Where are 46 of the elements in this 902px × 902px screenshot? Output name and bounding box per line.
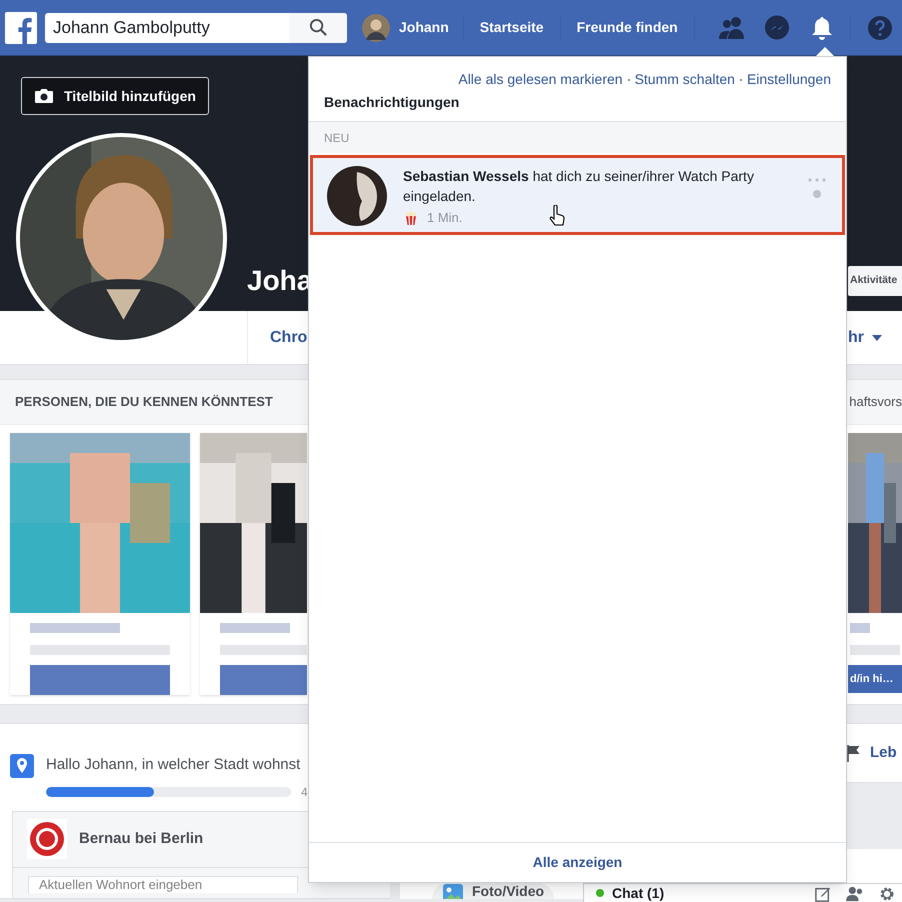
location-question: Hallo Johann, in welcher Stadt wohnst [46,755,302,775]
profile-tab[interactable]: hr [848,311,882,364]
location-input[interactable]: Aktuellen Wohnort eingeben [28,876,298,892]
hand-cursor-icon [549,205,565,227]
nav-link[interactable]: Freunde finden [560,17,694,38]
flag-icon [846,744,862,762]
place-logo-icon [27,819,67,859]
edit-icon[interactable] [815,886,831,902]
profile-tab[interactable]: Chro [247,311,308,364]
help-icon [866,14,892,40]
logo-icon[interactable] [5,12,37,44]
photo-video-button[interactable]: Foto/Video [432,883,554,899]
panel-action-link[interactable]: Alle als gelesen markieren [458,69,623,90]
search-field[interactable]: Johann Gambolputty [45,12,347,42]
notification-time: 1 Min. [427,209,462,227]
add-friend-button[interactable]: d/in hi… [848,665,902,693]
activity-button[interactable]: Aktivitäte [848,266,902,296]
people-icon[interactable] [845,886,865,902]
avatar-picture-icon [327,166,387,226]
location-pin-icon [10,754,34,778]
blurred-name [850,623,870,633]
nav-link[interactable]: Startseite [464,17,560,38]
friends-icon [718,16,746,40]
notification-text: Sebastian Wessels hat dich zu seiner/ihrer Watch Party eingeladen. [403,167,755,206]
blurred-name [220,623,290,633]
popcorn-icon [403,210,419,226]
camera-icon [34,88,54,104]
place-name: Bernau bei Berlin [79,828,204,849]
section-title: PERSONEN, DIE DU KENNEN KÖNNTEST [15,393,273,412]
notification-item[interactable]: Sebastian Wessels hat dich zu seiner/ihrer Watch Party eingeladen. 1 Min. [310,155,845,235]
avatar-icon [362,14,390,42]
search-icon [308,18,328,37]
panel-action-link[interactable]: Einstellungen [746,69,831,90]
profile-link[interactable]: Johann [362,14,463,42]
panel-title: Benachrichtigungen [324,93,460,112]
settings-icon[interactable] [879,886,895,902]
progress-reading: 4 [301,784,308,800]
life-event-link[interactable]: Leb [846,742,902,764]
search-button[interactable] [289,12,347,42]
see-all-link[interactable]: Alle anzeigen [532,852,622,873]
messenger-icon [764,14,790,40]
caret-icon [872,334,882,340]
add-cover-button[interactable]: Titelbild hinzufügen [21,77,209,115]
panel-action-link[interactable]: Stumm schalten [634,69,735,90]
section-label: NEU [324,130,350,146]
suggestions-link[interactable]: haftsvors [849,392,902,412]
